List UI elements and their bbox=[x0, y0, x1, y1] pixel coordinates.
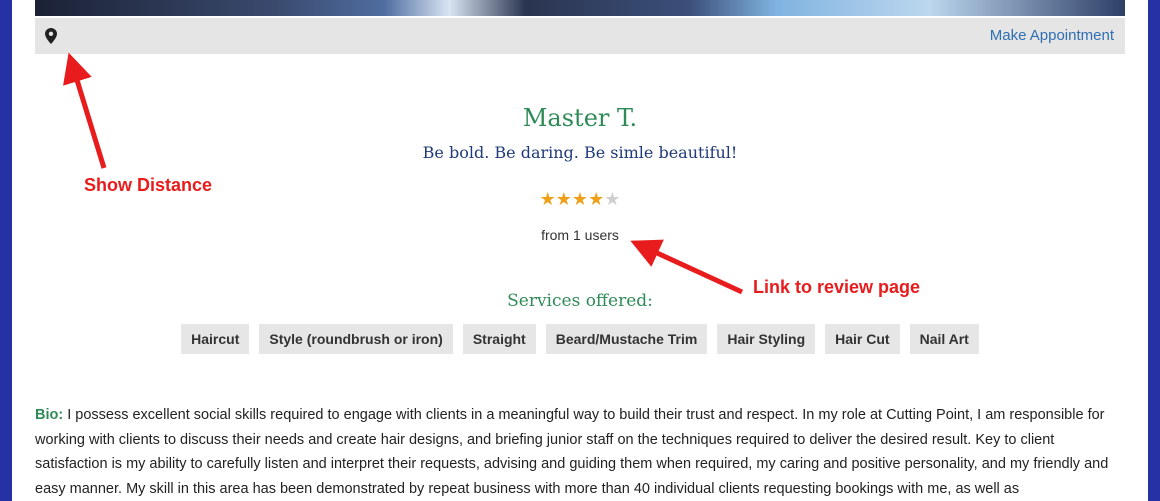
annotation-link-review: Link to review page bbox=[753, 277, 921, 297]
star-empty-icon: ★ bbox=[604, 189, 621, 210]
info-bar: Make Appointment bbox=[35, 18, 1125, 54]
star-filled-icon: ★ bbox=[539, 189, 556, 210]
annotation-show-distance: Show Distance bbox=[84, 175, 213, 195]
bio-label: Bio: bbox=[35, 407, 64, 423]
make-appointment-link[interactable]: Make Appointment bbox=[990, 27, 1114, 44]
bio-text: I possess excellent social skills requir… bbox=[35, 407, 1109, 497]
stylist-name: Master T. bbox=[522, 104, 638, 132]
star-filled-icon: ★ bbox=[571, 189, 589, 210]
star-filled-icon: ★ bbox=[588, 189, 605, 210]
star-filled-icon: ★ bbox=[555, 189, 572, 210]
service-tag: Straight bbox=[462, 324, 536, 354]
review-count-link[interactable]: from 1 users bbox=[12, 227, 1148, 243]
stylist-tagline: Be bold. Be daring. Be simle beautiful! bbox=[422, 143, 738, 162]
service-tag: Nail Art bbox=[909, 324, 979, 354]
service-tag: Style (roundbrush or iron) bbox=[259, 324, 453, 354]
service-tag: Hair Styling bbox=[717, 324, 816, 354]
service-tag: Haircut bbox=[181, 324, 250, 354]
hero-image bbox=[35, 0, 1125, 16]
services-tag-list: Haircut Style (roundbrush or iron) Strai… bbox=[12, 324, 1148, 354]
service-tag: Beard/Mustache Trim bbox=[545, 324, 708, 354]
map-pin-icon[interactable] bbox=[45, 28, 57, 44]
bio-section: Bio: I possess excellent social skills r… bbox=[35, 403, 1125, 501]
services-title: Services offered: bbox=[507, 291, 653, 311]
profile-page: Make Appointment Master T. Be bold. Be d… bbox=[12, 0, 1148, 501]
service-tag: Hair Cut bbox=[825, 324, 900, 354]
